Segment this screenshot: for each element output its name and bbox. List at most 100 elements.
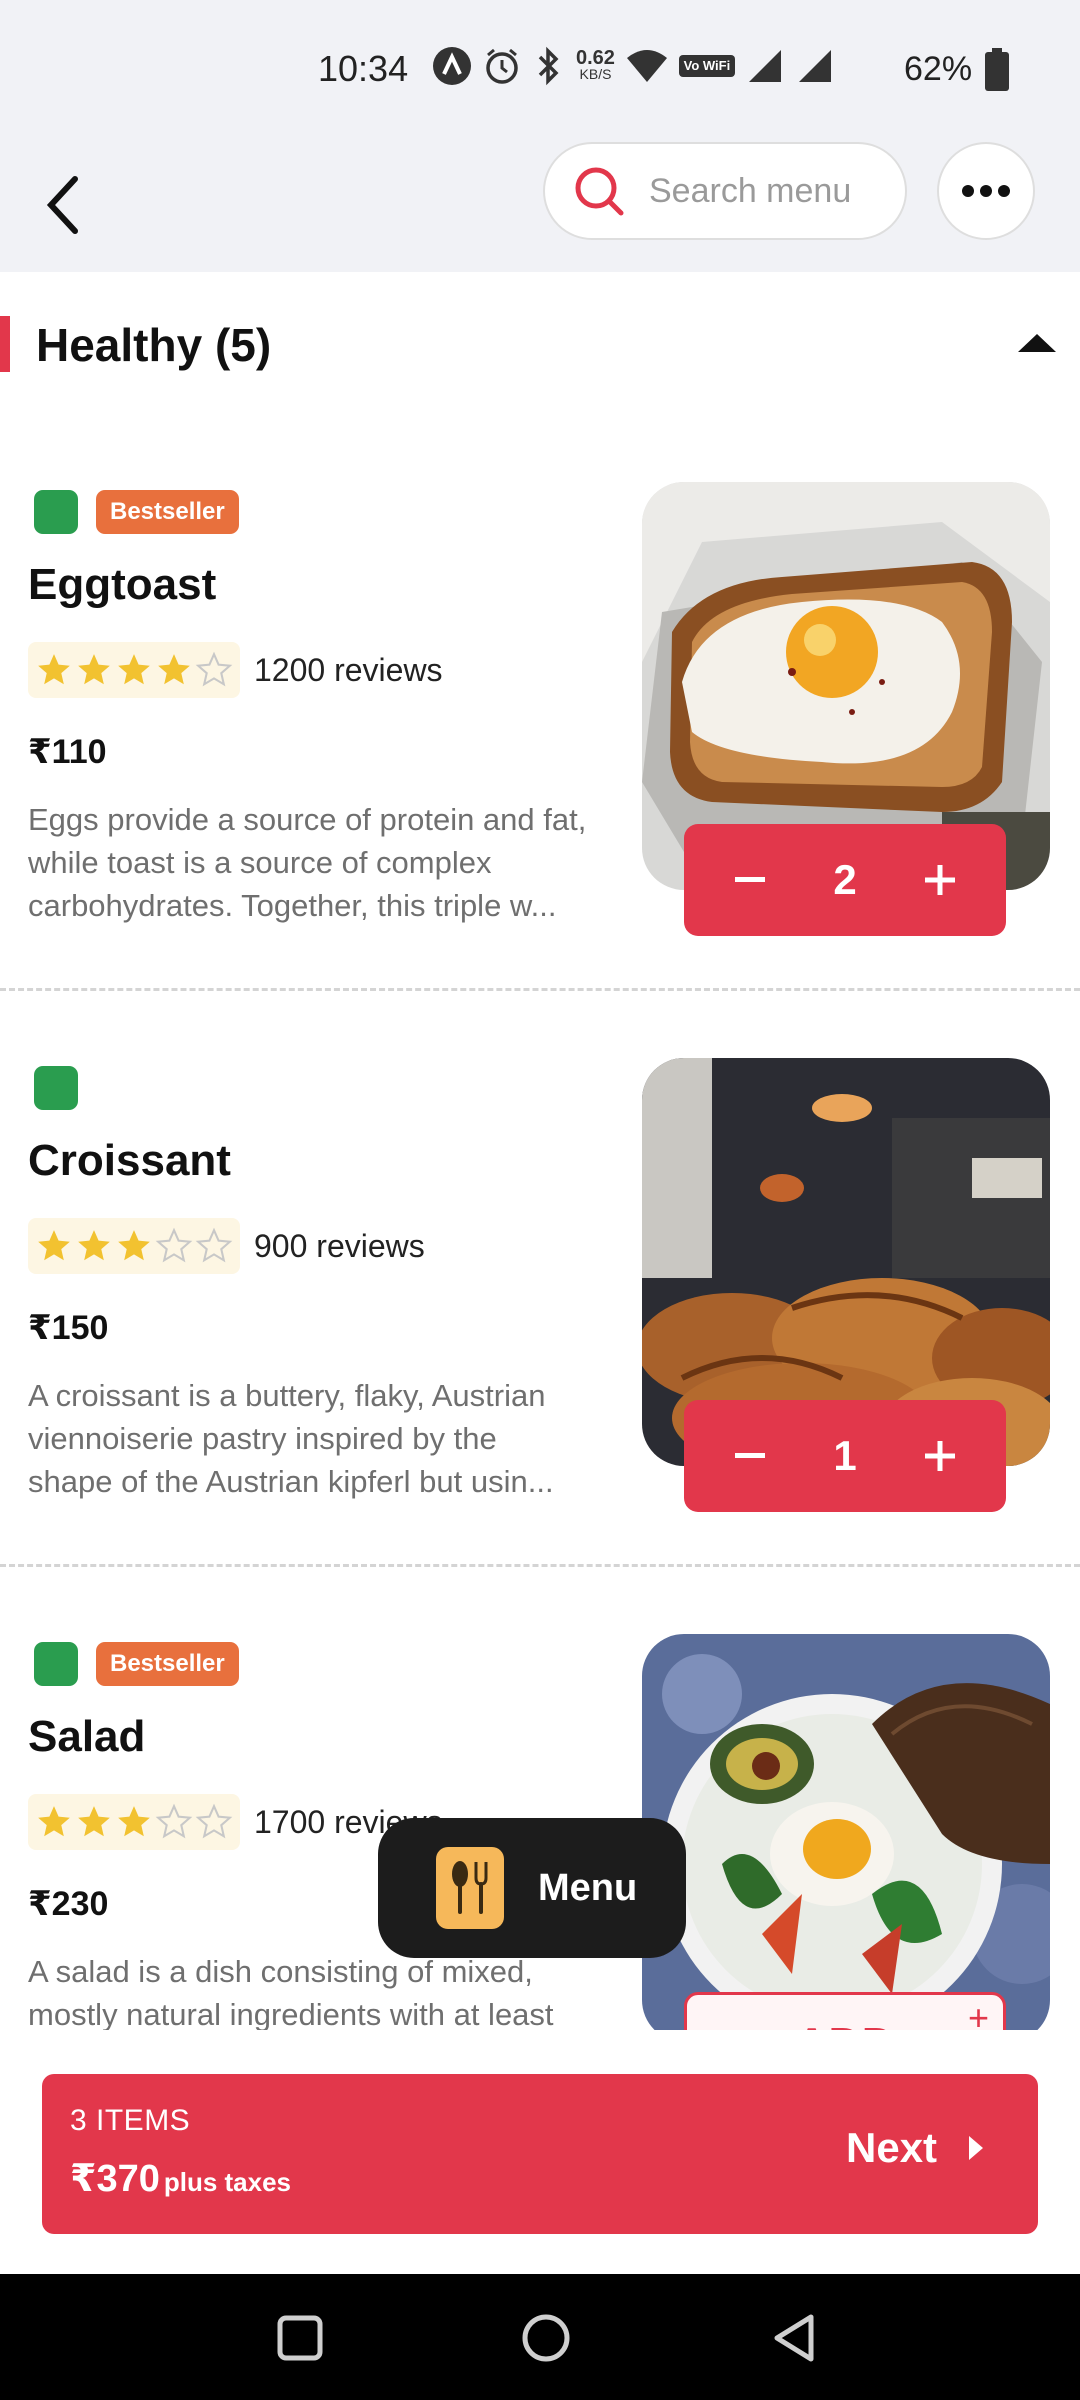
status-icons: 0.62 KB/S Vo WiFi <box>432 46 835 86</box>
veg-indicator <box>34 1642 78 1686</box>
floating-menu-label: Menu <box>538 1866 638 1909</box>
back-button[interactable] <box>28 160 98 250</box>
signal-icon-2 <box>795 46 835 86</box>
more-options-button[interactable] <box>937 142 1035 240</box>
star-filled-icon <box>118 1806 150 1837</box>
back-triangle-icon <box>774 2314 814 2362</box>
app-notification-icon <box>432 46 472 86</box>
rating-row: 900 reviews <box>28 1218 425 1274</box>
bluetooth-icon <box>532 46 566 86</box>
bestseller-badge: Bestseller <box>96 490 239 534</box>
category-header[interactable]: Healthy (5) <box>0 272 1080 412</box>
home-circle-icon <box>522 2314 570 2362</box>
quantity-value: 1 <box>833 1432 857 1479</box>
star-empty-icon <box>195 1803 233 1839</box>
battery-percent: 62% <box>904 50 973 88</box>
wifi-icon <box>625 46 669 86</box>
star-rating <box>28 1794 240 1850</box>
decrease-quantity-button[interactable] <box>724 854 776 906</box>
decrease-quantity-button[interactable] <box>724 1430 776 1482</box>
back-arrow-icon <box>46 176 78 234</box>
add-to-cart-button[interactable]: ADD + <box>684 1992 1006 2030</box>
nav-recents-button[interactable] <box>270 2308 330 2368</box>
item-name: Salad <box>28 1712 146 1761</box>
veg-indicator <box>34 1066 78 1110</box>
item-divider <box>0 1564 1080 1567</box>
add-plus-icon: + <box>967 1997 989 2030</box>
cart-item-count: 3 ITEMS <box>70 2104 191 2137</box>
cart-total: ₹370 <box>70 2158 160 2200</box>
search-icon <box>575 167 624 216</box>
minus-icon <box>735 877 765 882</box>
star-filled-icon <box>38 654 70 685</box>
item-description: A croissant is a buttery, flaky, Austria… <box>28 1378 554 1499</box>
bestseller-badge: Bestseller <box>96 1642 239 1686</box>
item-name: Eggtoast <box>28 560 217 609</box>
item-divider <box>0 988 1080 991</box>
battery-icon <box>984 48 1010 97</box>
system-nav-bar <box>0 2274 1080 2400</box>
next-label: Next <box>846 2124 938 2171</box>
star-empty-icon <box>195 1227 233 1263</box>
add-label: ADD <box>795 2017 895 2030</box>
star-filled-icon <box>158 654 190 685</box>
increase-quantity-button[interactable] <box>914 854 966 906</box>
star-filled-icon <box>118 654 150 685</box>
floating-menu-button[interactable]: Menu <box>378 1818 686 1958</box>
increase-quantity-button[interactable] <box>914 1430 966 1482</box>
salad-photo[interactable] <box>642 1634 1050 2030</box>
cart-taxes-note: plus taxes <box>163 2167 292 2197</box>
cart-total-row: ₹370 plus taxes <box>70 2156 291 2201</box>
nav-back-button[interactable] <box>764 2308 824 2368</box>
item-price: ₹150 <box>28 1309 109 1347</box>
network-speed-indicator: 0.62 KB/S <box>576 47 615 82</box>
star-rating <box>28 1218 240 1274</box>
veg-indicator <box>34 490 78 534</box>
review-count: 1200 reviews <box>254 651 443 688</box>
item-price: ₹230 <box>28 1885 109 1923</box>
quantity-value: 2 <box>833 856 857 903</box>
minus-icon <box>735 1453 765 1458</box>
star-filled-icon <box>78 1806 110 1837</box>
cutlery-icon <box>436 1847 504 1929</box>
status-time: 10:34 <box>318 48 409 89</box>
item-name: Croissant <box>28 1136 231 1185</box>
chevron-right-icon <box>969 2136 984 2160</box>
volte-label: Vo WiFi <box>678 55 735 77</box>
cart-summary-bar[interactable]: 3 ITEMS ₹370 plus taxes Next <box>42 2074 1038 2234</box>
signal-icon-1 <box>745 46 785 86</box>
quantity-stepper: 1 <box>684 1400 1006 1512</box>
menu-item-eggtoast: Bestseller Eggtoast 1200 reviews ₹110 Eg… <box>0 482 1080 1066</box>
search-placeholder: Search menu <box>649 171 852 210</box>
status-bar: 10:34 0.62 KB/S Vo WiFi 62% <box>0 0 1080 140</box>
category-accent-bar <box>0 316 10 372</box>
category-title: Healthy (5) <box>36 319 272 371</box>
star-filled-icon <box>118 1230 150 1261</box>
star-filled-icon <box>78 1230 110 1261</box>
nav-home-button[interactable] <box>516 2308 576 2368</box>
star-filled-icon <box>78 654 110 685</box>
rating-row: 1200 reviews <box>28 642 443 698</box>
quantity-stepper: 2 <box>684 824 1006 936</box>
star-filled-icon <box>38 1806 70 1837</box>
collapse-caret-icon[interactable] <box>1018 332 1056 354</box>
volte-wifi-icon: Vo WiFi <box>678 55 735 77</box>
recents-square-icon <box>277 2315 323 2361</box>
net-speed-value: 0.62 <box>576 47 615 69</box>
star-filled-icon <box>38 1230 70 1261</box>
top-bar: Search menu <box>0 140 1080 272</box>
star-rating <box>28 642 240 698</box>
net-speed-unit: KB/S <box>579 66 612 82</box>
menu-item-croissant: Croissant 900 reviews ₹150 A croissant i… <box>0 1058 1080 1642</box>
item-description: A salad is a dish consisting of mixed, m… <box>28 1954 554 2030</box>
item-description: Eggs provide a source of protein and fat… <box>28 802 587 923</box>
more-dots-icon <box>962 185 1010 197</box>
star-empty-icon <box>155 1227 193 1263</box>
star-empty-icon <box>195 651 233 687</box>
item-price: ₹110 <box>28 733 107 771</box>
review-count: 900 reviews <box>254 1227 425 1264</box>
search-menu-button[interactable]: Search menu <box>543 142 907 240</box>
plus-icon <box>924 865 955 895</box>
alarm-icon <box>482 46 522 86</box>
next-button[interactable]: Next <box>846 2124 995 2172</box>
